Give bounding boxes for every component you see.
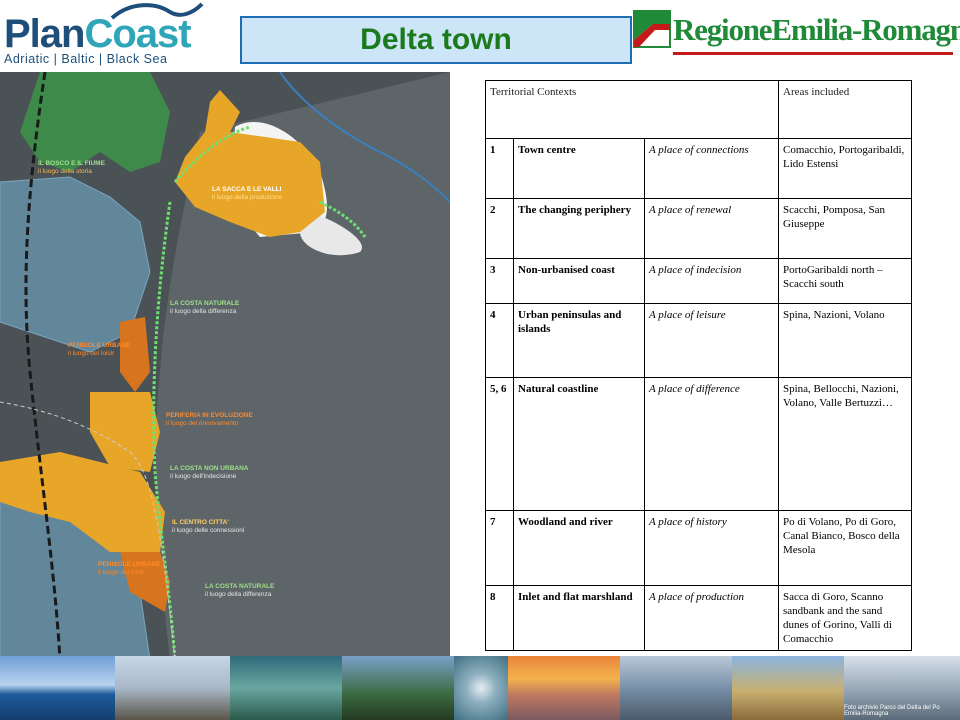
- context-areas: Spina, Bellocchi, Nazioni, Volano, Valle…: [778, 377, 912, 511]
- photo-dunes: [732, 656, 844, 720]
- title-box: Delta town: [240, 16, 632, 64]
- table-header-row: Territorial Contexts Areas included: [485, 80, 912, 139]
- logo-tagline: Adriatic | Baltic | Black Sea: [4, 52, 168, 66]
- table-row: 5, 6 Natural coastline A place of differ…: [485, 377, 912, 511]
- context-areas: Scacchi, Pomposa, San Giuseppe: [778, 198, 912, 259]
- photo-aerial-coast: [230, 656, 342, 720]
- context-place: A place of renewal: [644, 198, 779, 259]
- table-row: 7 Woodland and river A place of history …: [485, 510, 912, 586]
- row-number: 1: [485, 138, 514, 199]
- territorial-map: IL BOSCO E IL FIUME il luogo della storia…: [0, 71, 451, 661]
- header-contexts: Territorial Contexts: [485, 80, 779, 139]
- photo-reeds: [115, 656, 230, 720]
- row-number: 5, 6: [485, 377, 514, 511]
- row-number: 3: [485, 258, 514, 304]
- context-areas: Spina, Nazioni, Volano: [778, 303, 912, 378]
- context-name: Urban peninsulas and islands: [513, 303, 645, 378]
- map-label-town-centre: IL CENTRO CITTA' il luogo delle connessio…: [172, 519, 245, 534]
- context-name: Woodland and river: [513, 510, 645, 586]
- table-row: 8 Inlet and flat marshland A place of pr…: [485, 585, 912, 651]
- map-label-non-urban-coast: LA COSTA NON URBANA il luogo dell'indecis…: [170, 465, 249, 480]
- map-label-woodland: IL BOSCO E IL FIUME il luogo della storia: [38, 160, 105, 175]
- region-underline: [673, 52, 953, 55]
- photo-sunset: [508, 656, 620, 720]
- page-title: Delta town: [360, 23, 512, 56]
- map-label-peninsulas-1: PENISOLE URBANE il luogo del loisir: [68, 342, 131, 357]
- context-place: A place of history: [644, 510, 779, 586]
- context-name: Inlet and flat marshland: [513, 585, 645, 651]
- context-areas: Sacca di Goro, Scanno sandbank and the s…: [778, 585, 912, 651]
- context-place: A place of production: [644, 585, 779, 651]
- context-areas: Comacchio, Portogaribaldi, Lido Estensi: [778, 138, 912, 199]
- context-name: The changing periphery: [513, 198, 645, 259]
- context-areas: PortoGaribaldi north – Scacchi south: [778, 258, 912, 304]
- map-label-peninsulas-2: PENISOLE URBANE il luogo del loisir: [98, 561, 161, 576]
- photo-strip: Foto archivio Parco del Delta del Po Emi…: [0, 656, 960, 720]
- logo-wordmark: PlanCoast: [4, 12, 192, 56]
- plancoast-logo: PlanCoast Adriatic | Baltic | Black Sea: [0, 0, 205, 72]
- map-label-natural-coast-1: LA COSTA NATURALE il luogo della differen…: [170, 300, 240, 315]
- row-number: 4: [485, 303, 514, 378]
- header-areas: Areas included: [778, 80, 912, 139]
- table-row: 4 Urban peninsulas and islands A place o…: [485, 303, 912, 378]
- region-name: RegioneEmilia-Romagna: [673, 12, 960, 47]
- context-place: A place of connections: [644, 138, 779, 199]
- photo-credit: Foto archivio Parco del Delta del Po Emi…: [844, 705, 940, 717]
- context-place: A place of leisure: [644, 303, 779, 378]
- photo-pines: [342, 656, 454, 720]
- table-row: 3 Non-urbanised coast A place of indecis…: [485, 258, 912, 304]
- photo-canal: [620, 656, 732, 720]
- photo-lagoon: [0, 656, 115, 720]
- context-name: Town centre: [513, 138, 645, 199]
- region-flag-icon: [633, 10, 671, 48]
- table-row: 2 The changing periphery A place of rene…: [485, 198, 912, 259]
- photo-fishing-hut: Foto archivio Parco del Delta del Po Emi…: [844, 656, 960, 720]
- context-place: A place of difference: [644, 377, 779, 511]
- map-label-natural-coast-2: LA COSTA NATURALE il luogo della differen…: [205, 583, 275, 598]
- map-label-inlet: LA SACCA E LE VALLI il luogo della produz…: [212, 186, 283, 201]
- context-name: Non-urbanised coast: [513, 258, 645, 304]
- photo-aerial-island: [454, 656, 508, 720]
- contexts-table: Territorial Contexts Areas included 1 To…: [485, 80, 912, 651]
- context-areas: Po di Volano, Po di Goro, Canal Bianco, …: [778, 510, 912, 586]
- context-name: Natural coastline: [513, 377, 645, 511]
- row-number: 8: [485, 585, 514, 651]
- table-row: 1 Town centre A place of connections Com…: [485, 138, 912, 199]
- map-label-periphery: PERIFERIA IN EVOLUZIONE il luogo del rinn…: [166, 412, 253, 427]
- context-place: A place of indecision: [644, 258, 779, 304]
- region-logo: RegioneEmilia-Romagna: [633, 8, 960, 58]
- row-number: 2: [485, 198, 514, 259]
- row-number: 7: [485, 510, 514, 586]
